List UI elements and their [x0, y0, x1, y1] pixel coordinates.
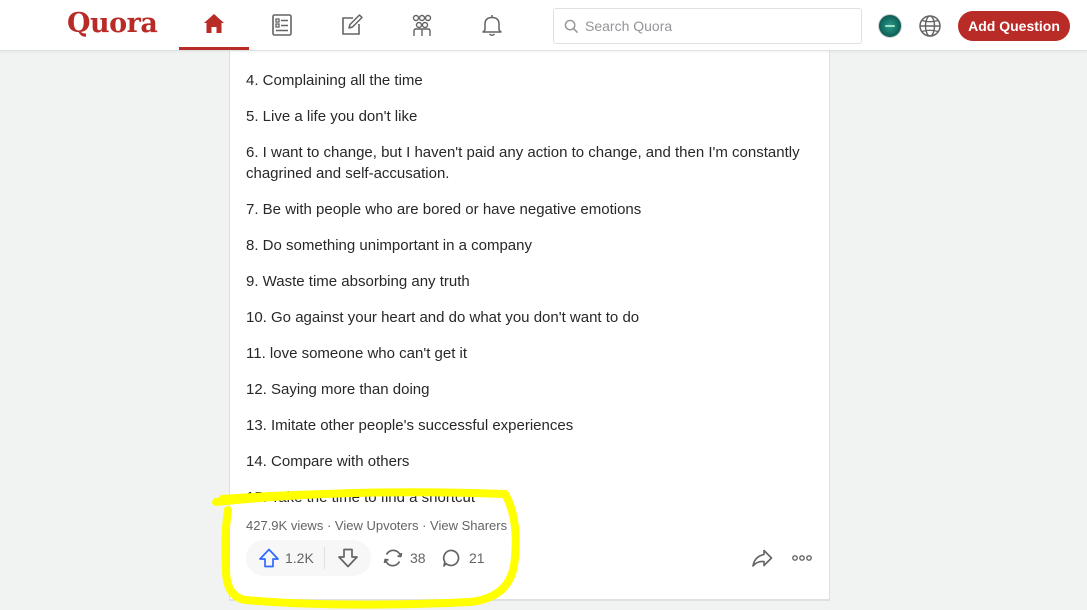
quora-logo[interactable]: Quora	[67, 8, 158, 39]
list-item: 5. Live a life you don't like	[246, 108, 418, 125]
list-item: 8. Do something unimportant in a company	[246, 237, 532, 254]
nav-spaces[interactable]	[387, 0, 457, 50]
answer-meta: 427.9K views · View Upvoters · View Shar…	[246, 518, 507, 533]
upvote-button[interactable]: 1.2K	[246, 540, 324, 576]
vote-controls: 1.2K	[246, 540, 371, 576]
list-item: 9. Waste time absorbing any truth	[246, 273, 470, 290]
search-input[interactable]	[585, 18, 845, 34]
home-icon	[204, 13, 224, 33]
upvote-arrow-icon	[259, 548, 279, 568]
globe-icon[interactable]	[918, 14, 942, 38]
add-question-button[interactable]: Add Question	[958, 11, 1070, 41]
downvote-button[interactable]	[325, 540, 371, 576]
list-item: 15. Take the time to find a shortcut	[246, 489, 476, 506]
search-bar[interactable]	[553, 8, 862, 44]
card-divider	[229, 600, 830, 601]
list-item: 6. I want to change, but I haven't paid …	[246, 144, 800, 182]
write-icon	[342, 14, 363, 35]
more-options-icon[interactable]	[790, 546, 814, 570]
nav-home[interactable]	[179, 0, 249, 50]
share-icon[interactable]	[750, 546, 774, 570]
spaces-icon	[412, 14, 432, 36]
meta-separator: ·	[418, 518, 431, 533]
nav-notifications[interactable]	[457, 0, 527, 50]
comment-count: 21	[469, 550, 485, 566]
list-item: 14. Compare with others	[246, 453, 410, 470]
list-item: 11. love someone who can't get it	[246, 345, 468, 362]
comment-icon	[442, 549, 460, 567]
following-icon	[272, 14, 292, 36]
list-item: 10. Go against your heart and do what yo…	[246, 309, 640, 326]
view-upvoters-link[interactable]: View Upvoters	[335, 518, 419, 533]
list-item: 13. Imitate other people's successful ex…	[246, 417, 574, 434]
meta-separator: ·	[323, 518, 335, 533]
list-item: 12. Saying more than doing	[246, 381, 430, 398]
list-item: 4. Complaining all the time	[246, 72, 423, 89]
view-count: 427.9K views	[246, 518, 324, 533]
answer-card: 4. Complaining all the time 5. Live a li…	[229, 40, 830, 600]
comment-button[interactable]: 21	[441, 547, 485, 569]
share-count: 38	[410, 550, 426, 566]
share-count-button[interactable]: 38	[382, 547, 426, 569]
downvote-arrow-icon	[338, 548, 358, 568]
search-icon	[564, 19, 579, 33]
top-navigation-bar: Quora Search Quora Add Question	[0, 0, 1087, 51]
list-item: 7. Be with people who are bored or have …	[246, 201, 642, 218]
view-sharers-link[interactable]: View Sharers	[430, 518, 507, 533]
reshare-icon	[383, 549, 403, 567]
nav-answer[interactable]	[317, 0, 387, 50]
user-avatar[interactable]	[878, 14, 902, 38]
bell-icon	[482, 15, 502, 36]
nav-following[interactable]	[247, 0, 317, 50]
upvote-count: 1.2K	[285, 550, 314, 566]
